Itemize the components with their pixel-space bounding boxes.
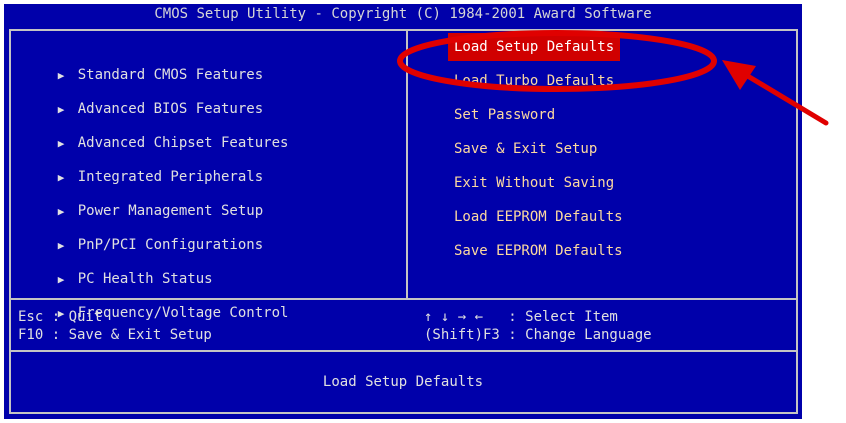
highlight-ellipse — [397, 30, 717, 92]
annotation-overlay — [397, 30, 829, 126]
pointer-arrow-icon — [722, 60, 829, 126]
